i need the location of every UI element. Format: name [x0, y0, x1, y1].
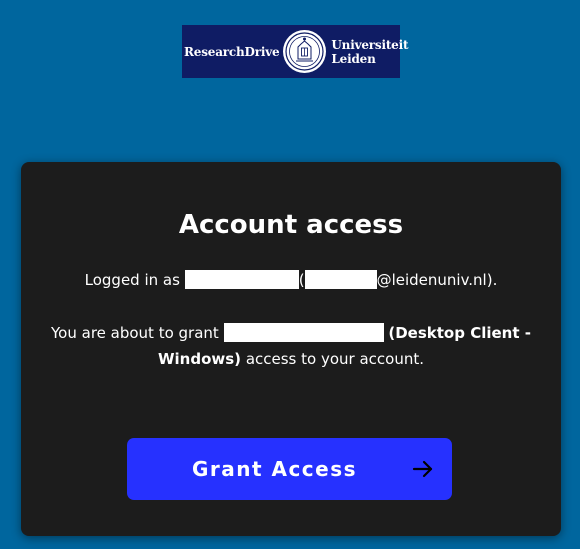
- redacted-client-name: [223, 323, 384, 342]
- grant-prefix: You are about to grant: [51, 324, 219, 342]
- page-title: Account access: [178, 210, 404, 240]
- logged-in-info: Logged in as (@leidenuniv.nl).: [21, 270, 561, 289]
- redacted-username: [184, 270, 299, 289]
- researchdrive-leiden-logo: ResearchDrive Universiteit Leiden: [182, 25, 408, 78]
- grant-description: You are about to grant (Desktop Client -…: [51, 320, 531, 372]
- redacted-email-user: [304, 270, 377, 289]
- logo-university-line1: Universiteit: [331, 37, 409, 52]
- grant-access-button[interactable]: Grant Access: [127, 438, 452, 500]
- university-seal-icon: [283, 30, 327, 73]
- account-access-card: Account access Logged in as (@leidenuniv…: [21, 162, 561, 536]
- logged-in-prefix: Logged in as: [84, 271, 180, 289]
- logo-researchdrive-text: ResearchDrive: [184, 44, 280, 59]
- logo-university-text: Universiteit Leiden: [331, 38, 408, 66]
- logo-university-line2: Leiden: [331, 51, 376, 66]
- grant-suffix: access to your account.: [245, 350, 424, 368]
- logged-in-email-domain: @leidenuniv.nl).: [376, 271, 498, 289]
- grant-access-label: Grant Access: [191, 457, 358, 481]
- arrow-right-icon: [412, 460, 433, 478]
